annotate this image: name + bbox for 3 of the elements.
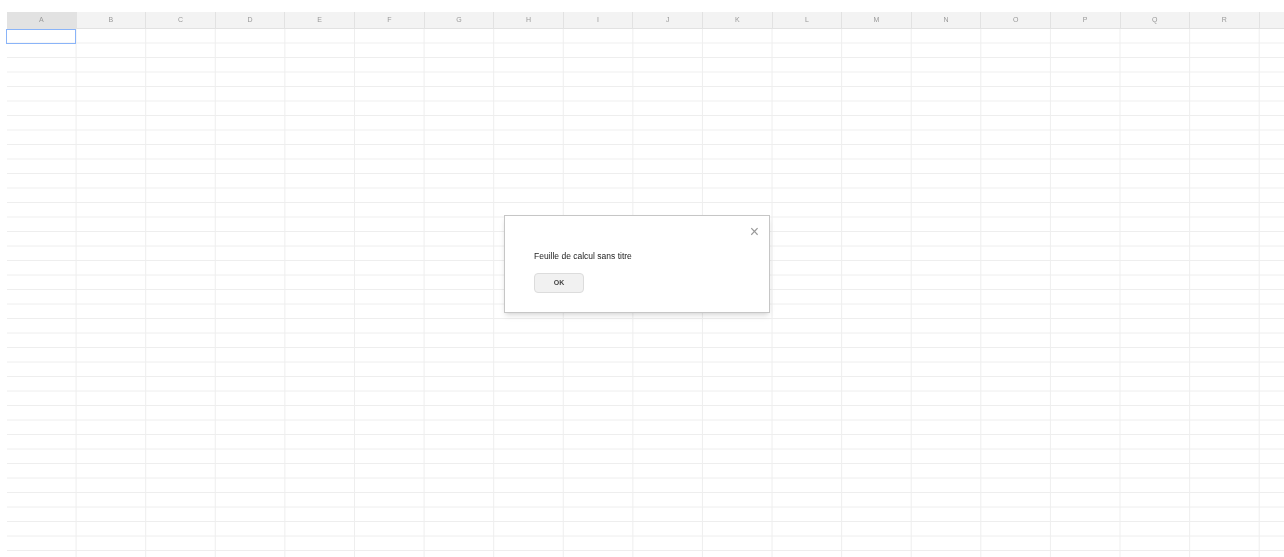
selected-cell[interactable]: [6, 29, 76, 44]
dialog-message: Feuille de calcul sans titre: [534, 250, 632, 263]
close-button[interactable]: ×: [749, 224, 759, 240]
